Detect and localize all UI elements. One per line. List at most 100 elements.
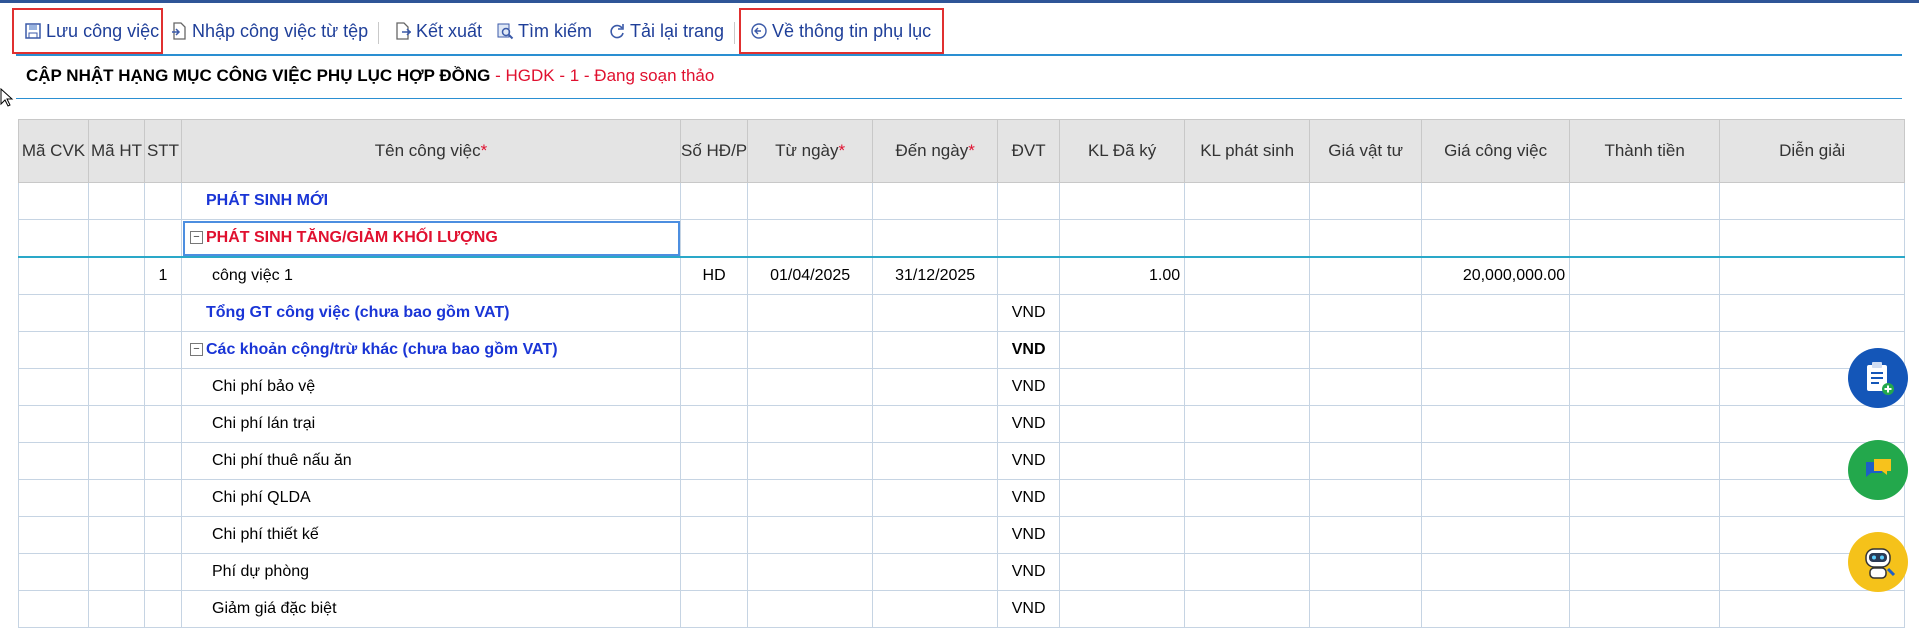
col-gia-vat-tu-label: Giá vật tư	[1328, 141, 1403, 160]
total-unit: VND	[997, 294, 1061, 332]
toolbar: Lưu công việc Nhập công việc từ tệp Kết …	[0, 8, 1900, 54]
table-row[interactable]: − Các khoản cộng/trừ khác (chưa bao gồm V…	[18, 331, 1906, 369]
export-button[interactable]: Kết xuất	[394, 16, 482, 46]
item-stt: 1	[144, 256, 182, 295]
export-button-label: Kết xuất	[416, 20, 483, 41]
title-divider	[16, 98, 1902, 99]
table-row[interactable]: − PHÁT SINH TĂNG/GIẢM KHỐI LƯỢNG	[18, 219, 1906, 258]
item-name[interactable]: công việc 1	[181, 256, 681, 295]
col-dien-giai-label: Diễn giải	[1779, 141, 1846, 160]
col-kl-phat-sinh-label: KL phát sinh	[1200, 141, 1295, 160]
item-kl-phat-sinh[interactable]	[1184, 256, 1311, 295]
required-mark: *	[968, 141, 975, 160]
add-task-floating-button[interactable]	[1848, 348, 1908, 408]
item-dien-giai[interactable]	[1719, 256, 1906, 295]
col-ten-cong-viec[interactable]: Tên công việc*	[181, 119, 681, 183]
col-dvt[interactable]: ĐVT	[997, 119, 1061, 183]
group-change-cell[interactable]: − PHÁT SINH TĂNG/GIẢM KHỐI LƯỢNG	[181, 219, 681, 258]
table-row[interactable]: Chi phí QLDA VND	[18, 479, 1906, 517]
col-gia-vat-tu[interactable]: Giá vật tư	[1309, 119, 1423, 183]
col-kl-da-ky[interactable]: KL Đã ký	[1059, 119, 1186, 183]
table-row[interactable]: Chi phí bảo vệ VND	[18, 368, 1906, 406]
col-dien-giai[interactable]: Diễn giải	[1719, 119, 1906, 183]
col-den-ngay-label: Đến ngày	[895, 141, 969, 160]
save-button[interactable]: Lưu công việc	[24, 16, 159, 46]
chat-icon	[1866, 459, 1891, 477]
item-dvt[interactable]	[997, 256, 1061, 295]
import-icon	[172, 22, 186, 40]
table-row[interactable]: Tổng GT công việc (chưa bao gồm VAT) VND	[18, 294, 1906, 332]
other-costs-unit: VND	[997, 331, 1061, 369]
table-row[interactable]: Phí dự phòng VND	[18, 553, 1906, 591]
clipboard-add-icon	[1867, 362, 1894, 395]
col-stt[interactable]: STT	[144, 119, 182, 183]
header-divider	[16, 54, 1902, 56]
back-to-appendix-button[interactable]: Về thông tin phụ lục	[750, 16, 931, 46]
cost-unit: VND	[997, 442, 1061, 480]
cost-unit: VND	[997, 553, 1061, 591]
top-accent-line	[0, 0, 1919, 3]
cost-name[interactable]: Giảm giá đặc biệt	[181, 590, 681, 628]
col-kl-phat-sinh[interactable]: KL phát sinh	[1184, 119, 1311, 183]
table-row[interactable]: Giảm giá đặc biệt VND	[18, 590, 1906, 628]
item-gia-vat-tu[interactable]	[1309, 256, 1423, 295]
save-icon	[25, 23, 41, 39]
toolbar-separator	[734, 22, 735, 44]
robot-support-icon	[1865, 548, 1896, 579]
reload-icon	[610, 24, 624, 39]
item-gia-cong-viec[interactable]: 20,000,000.00	[1421, 256, 1571, 295]
col-den-ngay[interactable]: Đến ngày*	[872, 119, 999, 183]
item-den-ngay[interactable]: 31/12/2025	[872, 256, 999, 295]
total-label: Tổng GT công việc (chưa bao gồm VAT)	[181, 294, 681, 332]
col-ten-cv-label: Tên công việc	[374, 141, 481, 160]
other-costs-label: Các khoản cộng/trừ khác (chưa bao gồm VA…	[206, 341, 558, 358]
other-costs-cell[interactable]: − Các khoản cộng/trừ khác (chưa bao gồm V…	[181, 331, 681, 369]
reload-button[interactable]: Tải lại trang	[608, 16, 724, 46]
col-gia-cong-viec-label: Giá công việc	[1444, 141, 1548, 160]
collapse-icon[interactable]: −	[190, 231, 203, 245]
table-row[interactable]: PHÁT SINH MỚI	[18, 182, 1906, 220]
cost-name[interactable]: Phí dự phòng	[181, 553, 681, 591]
required-mark: *	[838, 141, 846, 160]
page-title: CẬP NHẬT HẠNG MỤC CÔNG VIỆC PHỤ LỤC HỢP …	[26, 66, 714, 86]
cost-name[interactable]: Chi phí lán trại	[181, 405, 681, 443]
mouse-cursor-icon	[0, 88, 14, 107]
cost-name[interactable]: Chi phí thuê nấu ăn	[181, 442, 681, 480]
work-items-grid: Mã CVK Mã HT STT Tên công việc* Số HĐ/P …	[18, 119, 1906, 628]
table-row[interactable]: Chi phí thuê nấu ăn VND	[18, 442, 1906, 480]
grid-header-row: Mã CVK Mã HT STT Tên công việc* Số HĐ/P …	[18, 119, 1906, 183]
col-ma-ht[interactable]: Mã HT	[88, 119, 145, 183]
col-tu-ngay[interactable]: Từ ngày*	[747, 119, 874, 183]
search-button-label: Tìm kiếm	[518, 20, 592, 41]
cost-name[interactable]: Chi phí thiết kế	[181, 516, 681, 554]
item-kl-da-ky[interactable]: 1.00	[1059, 256, 1186, 295]
col-ma-cvk[interactable]: Mã CVK	[18, 119, 89, 183]
col-thanh-tien-label: Thành tiền	[1604, 141, 1685, 160]
page-title-status: - HGDK - 1 - Đang soạn thảo	[490, 66, 715, 85]
back-button-label: Về thông tin phụ lục	[772, 20, 932, 41]
import-button[interactable]: Nhập công việc từ tệp	[170, 16, 368, 46]
cost-name[interactable]: Chi phí bảo vệ	[181, 368, 681, 406]
table-row[interactable]: Chi phí thiết kế VND	[18, 516, 1906, 554]
col-tu-ngay-label: Từ ngày	[775, 141, 839, 160]
collapse-icon[interactable]: −	[190, 343, 203, 357]
page-title-main: CẬP NHẬT HẠNG MỤC CÔNG VIỆC PHỤ LỤC HỢP …	[26, 66, 491, 85]
item-so-hd[interactable]: HD	[679, 256, 749, 295]
group-new-label[interactable]: PHÁT SINH MỚI	[181, 182, 681, 220]
item-thanh-tien[interactable]	[1569, 256, 1721, 295]
search-button[interactable]: Tìm kiếm	[496, 16, 592, 46]
import-button-label: Nhập công việc từ tệp	[192, 20, 369, 41]
cost-name[interactable]: Chi phí QLDA	[181, 479, 681, 517]
chat-floating-button[interactable]	[1848, 440, 1908, 500]
col-ma-cvk-label: Mã CVK	[21, 141, 86, 160]
support-bot-floating-button[interactable]	[1848, 532, 1908, 592]
item-tu-ngay[interactable]: 01/04/2025	[747, 256, 874, 295]
cost-unit: VND	[997, 590, 1061, 628]
col-so-hd-label: Số HĐ/P	[681, 141, 748, 160]
col-so-hd[interactable]: Số HĐ/P	[679, 119, 749, 183]
search-icon	[497, 23, 514, 40]
table-row[interactable]: 1 công việc 1 HD 01/04/2025 31/12/2025 1…	[18, 256, 1906, 295]
col-thanh-tien[interactable]: Thành tiền	[1569, 119, 1721, 183]
col-gia-cong-viec[interactable]: Giá công việc	[1421, 119, 1571, 183]
table-row[interactable]: Chi phí lán trại VND	[18, 405, 1906, 443]
